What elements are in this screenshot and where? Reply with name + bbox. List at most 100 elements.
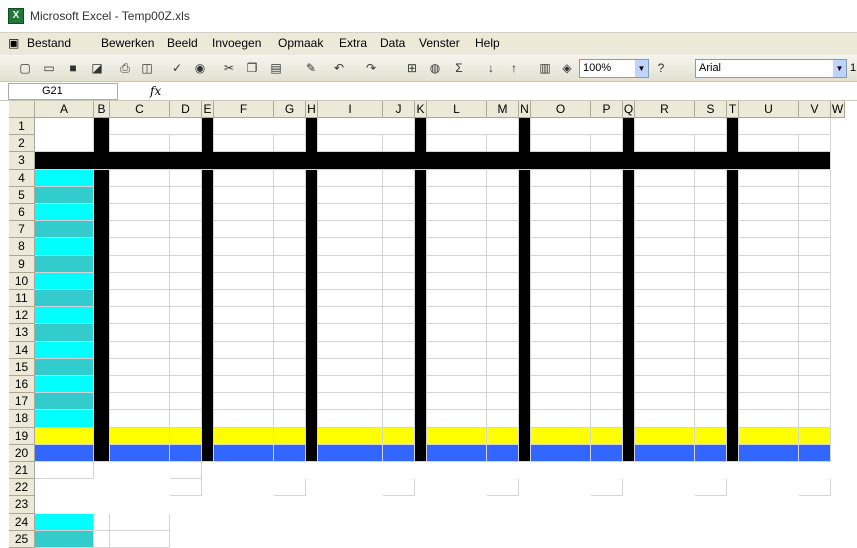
max-value[interactable]	[487, 221, 519, 239]
row-header-25[interactable]: 25	[9, 530, 35, 548]
font-size-value[interactable]: 1	[850, 62, 856, 74]
column-header-w[interactable]: W	[831, 101, 845, 118]
tact-v-value[interactable]	[487, 444, 519, 462]
hour-label[interactable]	[35, 169, 94, 187]
row-header-14[interactable]: 14	[9, 341, 35, 359]
row-header-13[interactable]: 13	[9, 324, 35, 342]
web-icon[interactable]: ◍	[426, 59, 444, 77]
max-value[interactable]	[487, 290, 519, 308]
max-value[interactable]	[799, 358, 831, 376]
min-value[interactable]	[110, 410, 170, 428]
day-label[interactable]	[531, 118, 623, 136]
column-header-u[interactable]: U	[739, 101, 799, 118]
min-value[interactable]	[739, 169, 799, 187]
max-value[interactable]	[383, 376, 415, 394]
min-value[interactable]	[635, 221, 695, 239]
min-value[interactable]	[427, 410, 487, 428]
min-header[interactable]	[635, 135, 695, 153]
min-value[interactable]	[318, 204, 383, 222]
max-value[interactable]	[591, 221, 623, 239]
max-value[interactable]	[274, 324, 306, 342]
row-header-16[interactable]: 16	[9, 376, 35, 394]
max-value[interactable]	[695, 169, 727, 187]
max-value[interactable]	[591, 255, 623, 273]
hour-label[interactable]	[35, 393, 94, 411]
max-header[interactable]	[383, 135, 415, 153]
menu-venster[interactable]: Venster	[419, 36, 460, 50]
min-header[interactable]	[739, 135, 799, 153]
max-header[interactable]	[487, 135, 519, 153]
max-header[interactable]	[170, 135, 202, 153]
min-value[interactable]	[318, 169, 383, 187]
max-header[interactable]	[591, 135, 623, 153]
min-value[interactable]	[531, 221, 591, 239]
max-value[interactable]	[487, 307, 519, 325]
max-value[interactable]	[487, 255, 519, 273]
tact-g-max[interactable]	[383, 427, 415, 445]
max-header[interactable]	[695, 135, 727, 153]
min-value[interactable]	[635, 324, 695, 342]
max-value[interactable]	[695, 255, 727, 273]
min-value[interactable]	[427, 169, 487, 187]
column-header-l[interactable]: L	[427, 101, 487, 118]
min-value[interactable]	[110, 358, 170, 376]
max-value[interactable]	[799, 169, 831, 187]
row-header-3[interactable]: 3	[9, 152, 35, 170]
min-value[interactable]	[739, 255, 799, 273]
tact-v-label[interactable]	[35, 444, 94, 462]
zoom-select[interactable]: 100% ▼	[579, 59, 649, 78]
max-value[interactable]	[591, 272, 623, 290]
sort-descending-icon[interactable]: ↑	[505, 59, 523, 77]
max-value[interactable]	[383, 341, 415, 359]
max-value[interactable]	[170, 238, 202, 256]
tact-g-min[interactable]	[427, 427, 487, 445]
chevron-down-icon[interactable]: ▼	[833, 60, 846, 77]
tact-w-label[interactable]	[35, 462, 94, 480]
max-value[interactable]	[170, 307, 202, 325]
max-value[interactable]	[695, 238, 727, 256]
min-value[interactable]	[739, 341, 799, 359]
column-header-c[interactable]: C	[110, 101, 170, 118]
min-value[interactable]	[110, 307, 170, 325]
min-value[interactable]	[427, 341, 487, 359]
max-value[interactable]	[695, 376, 727, 394]
max-value[interactable]	[383, 255, 415, 273]
column-header-a[interactable]: A	[35, 101, 94, 118]
column-header-k[interactable]: K	[415, 101, 427, 118]
new-icon[interactable]: ▢	[16, 59, 34, 77]
undo-icon[interactable]: ↶	[330, 59, 348, 77]
tact-v-value[interactable]	[591, 444, 623, 462]
max-value[interactable]	[274, 272, 306, 290]
max-value[interactable]	[170, 324, 202, 342]
hour-label[interactable]	[35, 204, 94, 222]
min-value[interactable]	[739, 410, 799, 428]
row-header-6[interactable]: 6	[9, 204, 35, 222]
tact-g-min[interactable]	[531, 427, 591, 445]
row-header-2[interactable]: 2	[9, 135, 35, 153]
min-value[interactable]	[739, 221, 799, 239]
redo-icon[interactable]: ↷	[362, 59, 380, 77]
min-value[interactable]	[531, 290, 591, 308]
min-value[interactable]	[635, 393, 695, 411]
min-value[interactable]	[110, 238, 170, 256]
min-value[interactable]	[739, 204, 799, 222]
hour-label[interactable]	[35, 307, 94, 325]
menu-beeld[interactable]: Beeld	[167, 36, 198, 50]
sort-ascending-icon[interactable]: ↓	[482, 59, 500, 77]
max-value[interactable]	[695, 393, 727, 411]
min-value[interactable]	[427, 204, 487, 222]
tact-g-max[interactable]	[799, 427, 831, 445]
min-value[interactable]	[427, 272, 487, 290]
print-preview-icon[interactable]: ◫	[138, 59, 156, 77]
max-value[interactable]	[274, 307, 306, 325]
column-header-t[interactable]: T	[727, 101, 739, 118]
max-value[interactable]	[591, 186, 623, 204]
row22-value[interactable]	[591, 479, 623, 497]
min-value[interactable]	[214, 341, 274, 359]
min-value[interactable]	[635, 186, 695, 204]
min-value[interactable]	[214, 272, 274, 290]
tact-v-value[interactable]	[274, 444, 306, 462]
min-value[interactable]	[531, 324, 591, 342]
tact-g-max[interactable]	[695, 427, 727, 445]
min-value[interactable]	[531, 358, 591, 376]
